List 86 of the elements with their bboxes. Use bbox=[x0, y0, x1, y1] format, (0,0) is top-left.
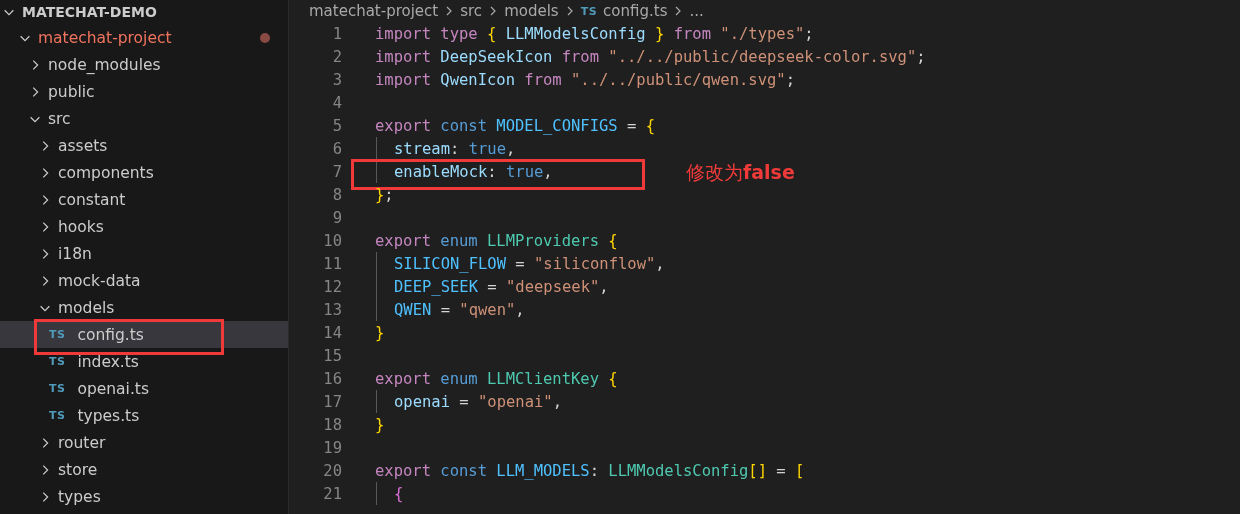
line-number: 12 bbox=[322, 277, 342, 296]
tree-item[interactable]: node_modules bbox=[0, 51, 288, 78]
breadcrumb-item[interactable]: models bbox=[504, 2, 559, 20]
code-line: export enum LLMClientKey { bbox=[375, 369, 618, 388]
tree-label: openai.ts bbox=[77, 379, 149, 398]
line-number: 11 bbox=[322, 254, 342, 273]
tree-label: config.ts bbox=[77, 325, 144, 344]
tree-item[interactable]: hooks bbox=[0, 213, 288, 240]
line-number: 4 bbox=[331, 93, 342, 112]
tree-item[interactable]: TS config.ts bbox=[0, 321, 288, 348]
code-line: QWEN = "qwen", bbox=[394, 300, 525, 319]
line-number: 6 bbox=[331, 139, 342, 158]
breadcrumb-more[interactable]: ... bbox=[689, 2, 704, 20]
tree-item[interactable]: constant bbox=[0, 186, 288, 213]
code-line: stream: true, bbox=[394, 139, 516, 158]
tree-label: types.ts bbox=[77, 406, 140, 425]
line-number: 9 bbox=[331, 208, 342, 227]
code-line: { bbox=[394, 484, 404, 503]
typescript-file-icon: TS bbox=[49, 355, 66, 368]
tree-label: public bbox=[48, 82, 95, 101]
tree-label: node_modules bbox=[48, 55, 161, 74]
tree-item[interactable]: assets bbox=[0, 132, 288, 159]
code-line: DEEP_SEEK = "deepseek", bbox=[394, 277, 609, 296]
line-number: 1 bbox=[331, 24, 342, 43]
tree-label: store bbox=[58, 460, 98, 479]
code-line: import type { LLMModelsConfig } from "./types"; bbox=[375, 24, 814, 43]
tree-item[interactable]: router bbox=[0, 429, 288, 456]
annotation-note: 修改为false bbox=[686, 160, 795, 185]
tree-label: models bbox=[58, 298, 115, 317]
tree-label: components bbox=[58, 163, 154, 182]
code-line: openai = "openai", bbox=[394, 392, 562, 411]
line-number: 14 bbox=[322, 323, 342, 342]
tree-item[interactable]: models bbox=[0, 294, 288, 321]
tree-label: i18n bbox=[58, 244, 92, 263]
tree-label: index.ts bbox=[77, 352, 139, 371]
breadcrumb-item[interactable]: config.ts bbox=[603, 2, 668, 20]
line-number: 17 bbox=[322, 392, 342, 411]
code-line: } bbox=[375, 415, 385, 434]
line-number: 10 bbox=[322, 231, 342, 250]
line-number: 7 bbox=[331, 162, 342, 181]
breadcrumb-item[interactable]: matechat-project bbox=[309, 2, 439, 20]
line-number: 2 bbox=[331, 47, 342, 66]
line-number: 15 bbox=[322, 346, 342, 365]
tree-label: matechat-project bbox=[38, 28, 172, 47]
line-number: 8 bbox=[331, 185, 342, 204]
tree-item[interactable]: i18n bbox=[0, 240, 288, 267]
tree-label: mock-data bbox=[58, 271, 141, 290]
line-number: 13 bbox=[322, 300, 342, 319]
tree-label: router bbox=[58, 433, 106, 452]
tree-label: constant bbox=[58, 190, 126, 209]
typescript-file-icon: TS bbox=[580, 4, 598, 18]
breadcrumb-item[interactable]: src bbox=[460, 2, 483, 20]
tree-item[interactable]: mock-data bbox=[0, 267, 288, 294]
line-number: 20 bbox=[322, 461, 342, 480]
code-line: export const MODEL_CONFIGS = { bbox=[375, 116, 655, 135]
tree-label: hooks bbox=[58, 217, 104, 236]
tree-item[interactable]: matechat-project bbox=[0, 24, 288, 51]
line-number: 16 bbox=[322, 369, 342, 388]
line-number: 19 bbox=[322, 438, 342, 457]
tree-item[interactable]: components bbox=[0, 159, 288, 186]
line-number: 5 bbox=[331, 116, 342, 135]
workspace-title[interactable]: MATECHAT-DEMO bbox=[22, 4, 157, 20]
code-line: export const LLM_MODELS: LLMModelsConfig[] = [ bbox=[375, 461, 805, 480]
code-line: }; bbox=[375, 185, 394, 204]
tree-item[interactable]: public bbox=[0, 78, 288, 105]
line-number: 18 bbox=[322, 415, 342, 434]
code-line: enableMock: true, bbox=[394, 162, 553, 181]
tree-item[interactable]: TS types.ts bbox=[0, 402, 288, 429]
tree-item[interactable]: store bbox=[0, 456, 288, 483]
tree-label: src bbox=[48, 109, 71, 128]
code-line: import QwenIcon from "../../public/qwen.svg"; bbox=[375, 70, 795, 89]
typescript-file-icon: TS bbox=[49, 328, 66, 341]
typescript-file-icon: TS bbox=[49, 409, 66, 422]
code-line: import DeepSeekIcon from "../../public/deepseek-color.svg"; bbox=[375, 47, 926, 66]
tree-item[interactable]: TS index.ts bbox=[0, 348, 288, 375]
tree-item[interactable]: types bbox=[0, 483, 288, 510]
line-number: 21 bbox=[322, 484, 342, 503]
code-line: } bbox=[375, 323, 385, 342]
code-line: SILICON_FLOW = "siliconflow", bbox=[394, 254, 665, 273]
tree-item[interactable]: TS openai.ts bbox=[0, 375, 288, 402]
tree-item[interactable]: src bbox=[0, 105, 288, 132]
typescript-file-icon: TS bbox=[49, 382, 66, 395]
line-number: 3 bbox=[331, 70, 342, 89]
tree-label: types bbox=[58, 487, 101, 506]
tree-label: assets bbox=[58, 136, 108, 155]
code-line: export enum LLMProviders { bbox=[375, 231, 618, 250]
